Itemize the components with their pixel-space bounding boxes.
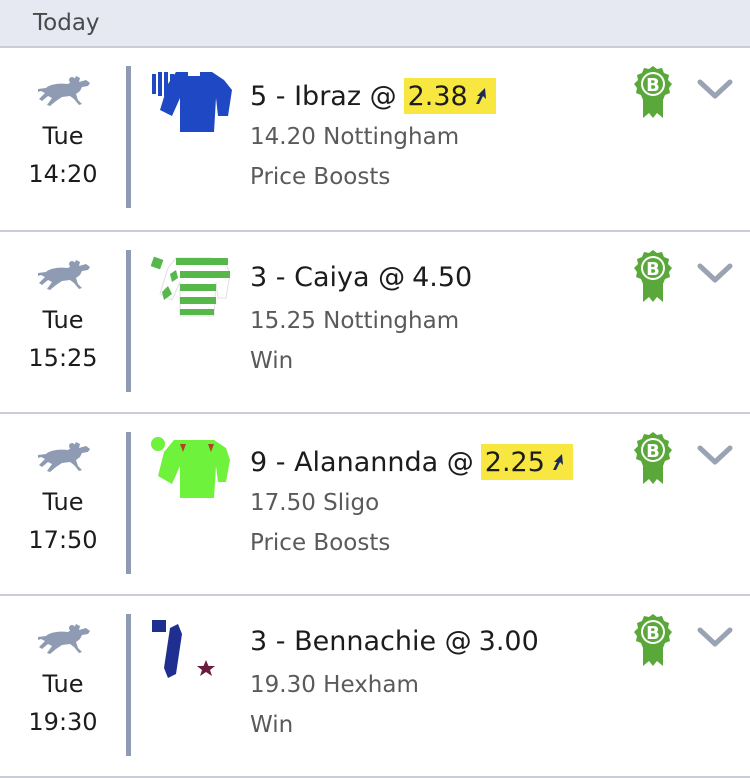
price-value: 2.25	[484, 446, 545, 478]
runner-name: 3 - Caiya @	[250, 262, 406, 293]
price-boost-arrow-icon	[472, 87, 490, 105]
bet-builder-badge-icon: B	[634, 66, 672, 118]
race-time: 15:25	[28, 344, 98, 372]
boosted-price[interactable]: 2.38	[403, 78, 496, 114]
horse-racing-icon	[36, 258, 92, 292]
chevron-down-icon[interactable]	[697, 444, 733, 466]
bet-row[interactable]: Tue 14:20 5 - Ibraz @ 2.38 14.20 Notting…	[0, 48, 750, 232]
price-value: 2.38	[407, 80, 468, 112]
jockey-silks-icon	[150, 256, 231, 317]
badge-letter: B	[646, 623, 660, 644]
race-day: Tue	[42, 122, 84, 150]
row-divider	[126, 614, 131, 756]
chevron-down-icon[interactable]	[697, 262, 733, 284]
price-boost-arrow-icon	[549, 453, 567, 471]
section-title: Today	[33, 10, 100, 36]
race-info: 17.50 Sligo	[250, 490, 380, 516]
badge-letter: B	[646, 75, 660, 96]
bet-row[interactable]: Tue 17:50 9 - Alanannda @ 2.25 17.50 Sli…	[0, 414, 750, 596]
bet-builder-badge-icon: B	[634, 614, 672, 666]
race-info: 19.30 Hexham	[250, 672, 419, 698]
chevron-down-icon[interactable]	[697, 626, 733, 648]
market-name: Price Boosts	[250, 530, 391, 556]
boosted-price[interactable]: 2.25	[480, 444, 573, 480]
race-day: Tue	[42, 306, 84, 334]
bet-row[interactable]: Tue 19:30 3 - Bennachie @ 3.00 19.30 Hex…	[0, 596, 750, 778]
jockey-silks-icon	[152, 620, 230, 680]
jockey-silks-icon	[151, 437, 230, 498]
market-name: Win	[250, 712, 294, 738]
horse-racing-icon	[36, 622, 92, 656]
bet-builder-badge-icon: B	[634, 432, 672, 484]
race-time: 14:20	[28, 160, 98, 188]
selection-line: 9 - Alanannda @ 2.25	[250, 444, 573, 480]
market-name: Price Boosts	[250, 164, 391, 190]
section-header: Today	[0, 0, 750, 48]
row-divider	[126, 66, 131, 208]
market-name: Win	[250, 348, 294, 374]
selection-line: 5 - Ibraz @ 2.38	[250, 78, 496, 114]
row-divider	[126, 250, 131, 392]
selection-line: 3 - Caiya @ 4.50	[250, 262, 472, 293]
runner-name: 9 - Alanannda @	[250, 446, 474, 478]
runner-name: 5 - Ibraz @	[250, 80, 397, 112]
race-day: Tue	[42, 488, 84, 516]
selection-line: 3 - Bennachie @ 3.00	[250, 626, 539, 657]
badge-letter: B	[646, 441, 660, 462]
horse-racing-icon	[36, 440, 92, 474]
jockey-silks-icon	[152, 72, 232, 132]
race-day: Tue	[42, 670, 84, 698]
chevron-down-icon[interactable]	[697, 78, 733, 100]
horse-racing-icon	[36, 74, 92, 108]
race-time: 17:50	[28, 526, 98, 554]
bet-row[interactable]: Tue 15:25 3 - Caiya @ 4.50 15.25 Notting…	[0, 232, 750, 414]
price-value[interactable]: 3.00	[479, 626, 539, 657]
race-time: 19:30	[28, 708, 98, 736]
race-info: 15.25 Nottingham	[250, 308, 460, 334]
row-divider	[126, 432, 131, 574]
price-value[interactable]: 4.50	[412, 262, 472, 293]
runner-name: 3 - Bennachie @	[250, 626, 472, 657]
badge-letter: B	[646, 259, 660, 280]
race-info: 14.20 Nottingham	[250, 124, 460, 150]
bet-builder-badge-icon: B	[634, 250, 672, 302]
